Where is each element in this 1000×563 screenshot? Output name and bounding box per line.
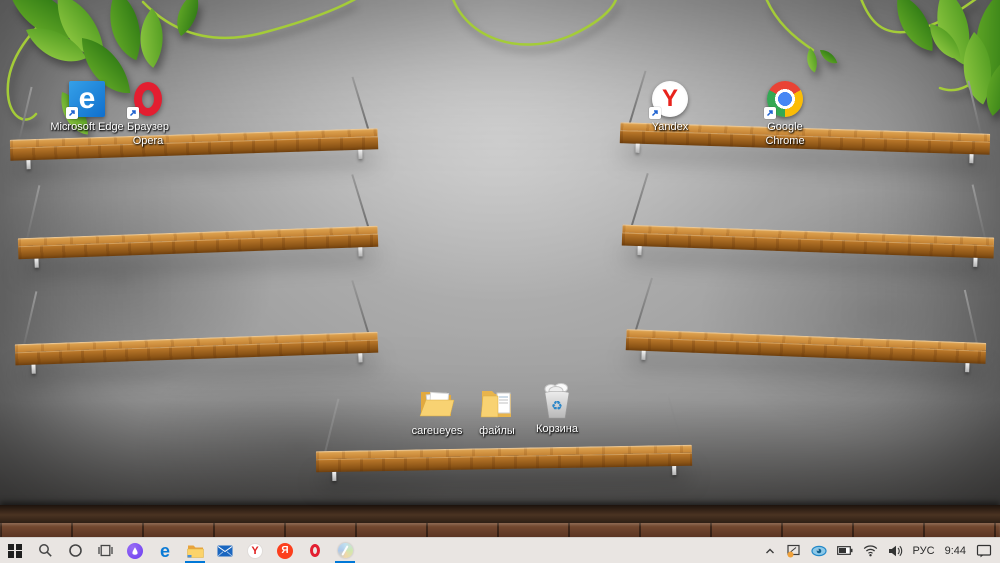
cortana-button[interactable]	[60, 538, 90, 563]
battery-tray-item[interactable]	[832, 538, 858, 563]
clock[interactable]: 9:44	[940, 538, 971, 563]
file-explorer-button[interactable]	[180, 538, 210, 563]
shortcut-arrow-icon	[764, 107, 776, 119]
search-icon	[38, 544, 52, 557]
shortcut-arrow-icon	[66, 107, 78, 119]
battery-icon	[836, 546, 853, 555]
mail-button[interactable]	[210, 538, 240, 563]
hidden-icons-chevron[interactable]	[759, 538, 781, 563]
yandex-browser-icon: Y	[247, 542, 263, 559]
desktop-icon-label: Google Chrome	[765, 121, 805, 147]
careueyes-button[interactable]	[330, 538, 360, 563]
desktop-icon-opera[interactable]: Браузер Opera	[110, 80, 186, 149]
careueyes-tray-item[interactable]	[806, 538, 832, 563]
search-button[interactable]	[30, 538, 60, 563]
cortana-circle-icon	[68, 544, 82, 557]
open-folder-icon	[419, 391, 455, 417]
folder-icon	[480, 391, 511, 418]
alice-assistant-button[interactable]	[120, 538, 150, 563]
desktop-icon-label: Корзина	[536, 423, 578, 435]
chevron-up-icon	[765, 548, 774, 553]
mail-icon	[217, 545, 233, 556]
desktop-screen: e Microsoft Edge Браузер Opera Y Yandex	[0, 0, 1000, 563]
edge-icon: e	[159, 540, 170, 561]
task-view-icon	[97, 544, 113, 557]
time-label: 9:44	[944, 544, 966, 557]
action-center-icon	[976, 544, 992, 557]
svg-text:♻: ♻	[551, 399, 563, 414]
desktop-icon-label: файлы	[479, 425, 515, 437]
eye-icon	[810, 545, 827, 556]
desktop-icon-label: Yandex	[651, 121, 689, 133]
projector-notification-icon	[786, 544, 800, 557]
taskbar: e Y Я РУС 9:44	[0, 537, 1000, 563]
task-view-button[interactable]	[90, 538, 120, 563]
edge-taskbar-button[interactable]: e	[150, 538, 180, 563]
start-button[interactable]	[0, 538, 30, 563]
speaker-icon	[888, 545, 902, 556]
language-label: РУС	[912, 544, 935, 557]
file-explorer-icon	[186, 545, 204, 558]
action-center-button[interactable]	[971, 538, 997, 563]
baseboard	[0, 505, 1000, 523]
wifi-tray-item[interactable]	[858, 538, 883, 563]
desktop-icon-label: careueyes	[411, 425, 463, 437]
desktop-icon-label: Браузер Opera	[127, 121, 169, 147]
wood-floor	[0, 523, 1000, 537]
yandex-icon: Я	[277, 542, 293, 559]
system-tray: РУС 9:44	[759, 538, 1000, 563]
desktop-icon-google-chrome[interactable]: Google Chrome	[747, 80, 823, 149]
wifi-icon	[863, 545, 877, 557]
desktop-icon-yandex[interactable]: Y Yandex	[632, 80, 708, 135]
shortcut-arrow-icon	[649, 107, 661, 119]
yandex-button[interactable]: Я	[270, 538, 300, 563]
shortcut-arrow-icon	[127, 107, 139, 119]
desktop-icon-recycle-bin[interactable]: ♻ Корзина	[519, 382, 595, 437]
opera-icon	[310, 544, 320, 557]
yandex-browser-button[interactable]: Y	[240, 538, 270, 563]
careueyes-icon	[337, 543, 353, 558]
language-indicator[interactable]: РУС	[908, 538, 940, 563]
opera-taskbar-button[interactable]	[300, 538, 330, 563]
alice-icon	[127, 542, 143, 559]
volume-tray-item[interactable]	[883, 538, 908, 563]
taskbar-buttons: e Y Я	[0, 538, 360, 563]
recycle-bin-icon: ♻	[544, 383, 570, 419]
windows-logo-icon	[8, 543, 22, 558]
projector-tray-item[interactable]	[781, 538, 806, 563]
